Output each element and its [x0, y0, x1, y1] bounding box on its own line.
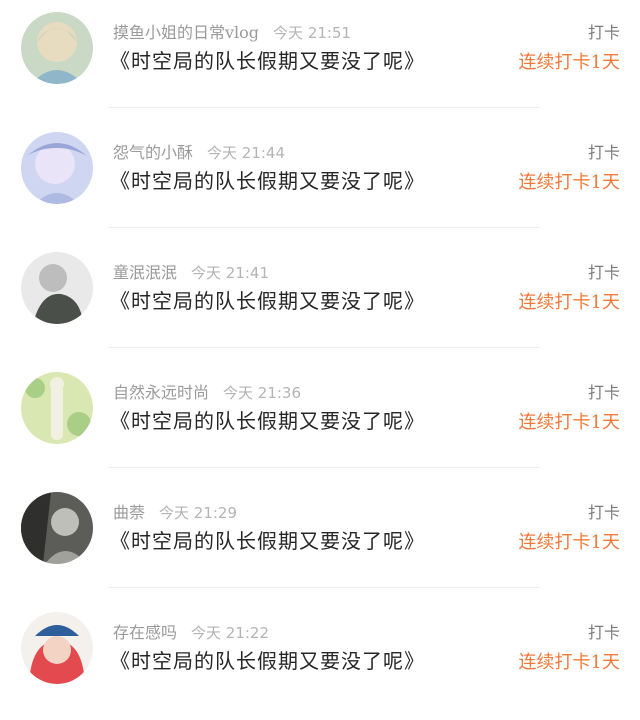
checkin-button[interactable]: 打卡 [588, 622, 620, 644]
post-meta: 童泯泯泯 今天 21:41 [113, 262, 269, 284]
checkin-button[interactable]: 打卡 [588, 262, 620, 284]
streak-label: 连续打卡1天 [518, 532, 620, 553]
anime-girl-avatar-icon [21, 12, 93, 84]
divider [108, 467, 540, 468]
dark-portrait-avatar-icon [21, 492, 93, 564]
post-meta: 存在感吗 今天 21:22 [113, 622, 269, 644]
post-title[interactable]: 《时空局的队长假期又要没了呢》 [110, 167, 425, 195]
post-meta: 摸鱼小姐的日常vlog 今天 21:51 [113, 22, 351, 44]
timestamp: 今天 21:41 [191, 264, 270, 282]
username[interactable]: 存在感吗 [113, 623, 177, 642]
checkin-button[interactable]: 打卡 [588, 502, 620, 524]
divider [108, 587, 540, 588]
list-item[interactable]: 童泯泯泯 今天 21:41 《时空局的队长假期又要没了呢》 打卡 连续打卡1天 [0, 240, 640, 360]
anime-girl-hat-avatar-icon [21, 612, 93, 684]
checkin-button[interactable]: 打卡 [588, 142, 620, 164]
avatar[interactable] [21, 372, 93, 444]
sketch-character-avatar-icon [21, 252, 93, 324]
avatar[interactable] [21, 12, 93, 84]
post-meta: 怨气的小酥 今天 21:44 [113, 142, 285, 164]
post-title[interactable]: 《时空局的队长假期又要没了呢》 [110, 647, 425, 675]
streak-label: 连续打卡1天 [518, 652, 620, 673]
divider [108, 227, 540, 228]
divider [108, 347, 540, 348]
username[interactable]: 自然永远时尚 [113, 383, 209, 402]
streak-label: 连续打卡1天 [518, 52, 620, 73]
avatar[interactable] [21, 492, 93, 564]
list-item[interactable]: 自然永远时尚 今天 21:36 《时空局的队长假期又要没了呢》 打卡 连续打卡1天 [0, 360, 640, 480]
avatar[interactable] [21, 252, 93, 324]
timestamp: 今天 21:44 [207, 144, 286, 162]
avatar[interactable] [21, 132, 93, 204]
username[interactable]: 摸鱼小姐的日常vlog [113, 23, 259, 42]
list-item[interactable]: 曲萘 今天 21:29 《时空局的队长假期又要没了呢》 打卡 连续打卡1天 [0, 480, 640, 600]
timestamp: 今天 21:29 [159, 504, 238, 522]
post-title[interactable]: 《时空局的队长假期又要没了呢》 [110, 407, 425, 435]
post-title[interactable]: 《时空局的队长假期又要没了呢》 [110, 287, 425, 315]
avatar[interactable] [21, 612, 93, 684]
checkin-button[interactable]: 打卡 [588, 382, 620, 404]
post-title[interactable]: 《时空局的队长假期又要没了呢》 [110, 527, 425, 555]
list-item[interactable]: 摸鱼小姐的日常vlog 今天 21:51 《时空局的队长假期又要没了呢》 打卡 连… [0, 0, 640, 120]
timestamp: 今天 21:22 [191, 624, 270, 642]
username[interactable]: 曲萘 [113, 503, 145, 522]
divider [108, 107, 540, 108]
post-title[interactable]: 《时空局的队长假期又要没了呢》 [110, 47, 425, 75]
timestamp: 今天 21:36 [223, 384, 302, 402]
list-item[interactable]: 存在感吗 今天 21:22 《时空局的队长假期又要没了呢》 打卡 连续打卡1天 [0, 600, 640, 720]
list-item[interactable]: 怨气的小酥 今天 21:44 《时空局的队长假期又要没了呢》 打卡 连续打卡1天 [0, 120, 640, 240]
skeleton-flowers-avatar-icon [21, 372, 93, 444]
username[interactable]: 怨气的小酥 [113, 143, 193, 162]
checkin-button[interactable]: 打卡 [588, 22, 620, 44]
streak-label: 连续打卡1天 [518, 172, 620, 193]
streak-label: 连续打卡1天 [518, 412, 620, 433]
timestamp: 今天 21:51 [273, 24, 352, 42]
anime-girl-avatar-icon [21, 132, 93, 204]
streak-label: 连续打卡1天 [518, 292, 620, 313]
post-meta: 曲萘 今天 21:29 [113, 502, 237, 524]
post-meta: 自然永远时尚 今天 21:36 [113, 382, 301, 404]
checkin-list: 摸鱼小姐的日常vlog 今天 21:51 《时空局的队长假期又要没了呢》 打卡 连… [0, 0, 640, 705]
username[interactable]: 童泯泯泯 [113, 263, 177, 282]
